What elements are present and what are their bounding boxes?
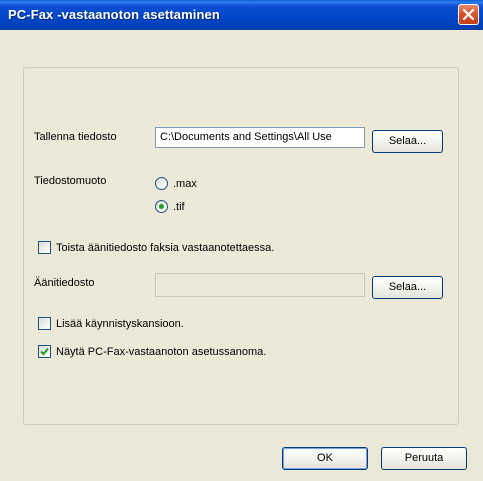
ok-button[interactable]: OK [282, 447, 368, 470]
radio-selected-dot [159, 204, 164, 209]
window-title: PC-Fax -vastaanoton asettaminen [8, 7, 220, 22]
sound-file-label: Äänitiedosto [34, 277, 95, 289]
sound-file-path-field[interactable] [155, 273, 365, 297]
radio-max[interactable] [155, 177, 168, 190]
radio-max-label[interactable]: .max [173, 178, 197, 190]
show-message-checkbox[interactable] [38, 345, 51, 358]
save-file-path-field[interactable]: C:\Documents and Settings\All Use [155, 127, 365, 148]
save-file-label: Tallenna tiedosto [34, 131, 117, 143]
radio-tif-label[interactable]: .tif [173, 201, 185, 213]
startup-checkbox[interactable] [38, 317, 51, 330]
play-sound-label[interactable]: Toista äänitiedosto faksia vastaanotetta… [56, 242, 274, 254]
browse-save-file-button[interactable]: Selaa... [372, 130, 443, 153]
checkmark-icon [40, 347, 49, 356]
play-sound-checkbox[interactable] [38, 241, 51, 254]
startup-label[interactable]: Lisää käynnistyskansioon. [56, 318, 184, 330]
file-format-label: Tiedostomuoto [34, 175, 107, 187]
cancel-button[interactable]: Peruuta [381, 447, 467, 470]
show-message-label[interactable]: Näytä PC-Fax-vastaanoton asetussanoma. [56, 346, 266, 358]
dialog-window: PC-Fax -vastaanoton asettaminen Tallenna… [0, 0, 483, 481]
close-icon [462, 8, 475, 21]
close-button[interactable] [458, 4, 479, 25]
radio-tif[interactable] [155, 200, 168, 213]
title-bar[interactable]: PC-Fax -vastaanoton asettaminen [0, 0, 483, 30]
browse-sound-file-button[interactable]: Selaa... [372, 276, 443, 299]
